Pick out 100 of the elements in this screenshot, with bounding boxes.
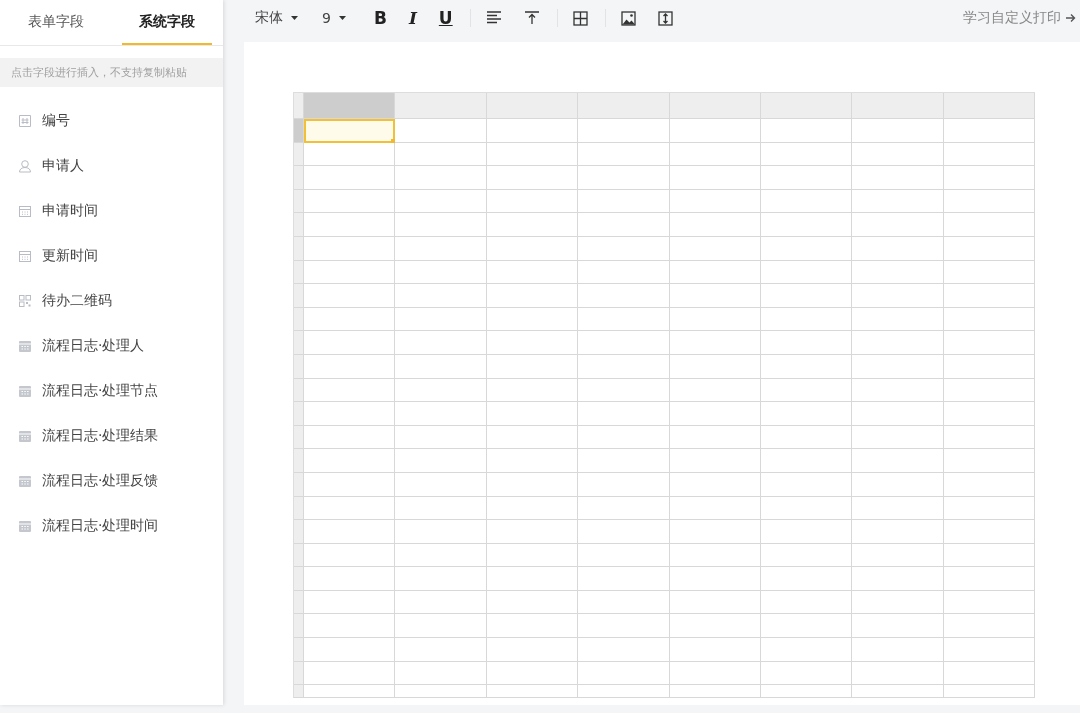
- table-cell[interactable]: [852, 496, 944, 521]
- table-cell[interactable]: [760, 614, 853, 639]
- table-cell[interactable]: [852, 449, 944, 473]
- table-cell[interactable]: [578, 142, 670, 167]
- table-cell[interactable]: [943, 567, 1035, 591]
- row-header[interactable]: [294, 638, 304, 662]
- table-cell[interactable]: [304, 213, 396, 237]
- row-header[interactable]: [294, 260, 304, 285]
- table-cell[interactable]: [578, 213, 670, 237]
- table-cell[interactable]: [852, 260, 944, 285]
- table-cell[interactable]: [669, 449, 761, 473]
- table-cell[interactable]: [304, 449, 396, 473]
- table-cell[interactable]: [669, 119, 761, 143]
- table-cell[interactable]: [852, 142, 944, 167]
- table-cell[interactable]: [578, 331, 670, 355]
- row-header[interactable]: [294, 543, 304, 568]
- table-cell[interactable]: [669, 567, 761, 591]
- table-cell[interactable]: [943, 213, 1035, 237]
- table-cell[interactable]: [304, 331, 396, 355]
- table-cell[interactable]: [395, 638, 487, 662]
- row-header[interactable]: [294, 284, 304, 308]
- table-cell[interactable]: [395, 260, 487, 285]
- table-cell[interactable]: [486, 119, 579, 143]
- table-cell[interactable]: [304, 402, 396, 426]
- table-cell[interactable]: [852, 119, 944, 143]
- table-cell[interactable]: [943, 614, 1035, 639]
- column-header[interactable]: [486, 93, 579, 119]
- row-header[interactable]: [294, 331, 304, 355]
- column-header[interactable]: [395, 93, 487, 119]
- table-cell[interactable]: [395, 496, 487, 521]
- table-cell[interactable]: [578, 402, 670, 426]
- row-header[interactable]: [294, 142, 304, 167]
- table-cell[interactable]: [578, 425, 670, 450]
- underline-button[interactable]: U: [438, 8, 453, 28]
- table-cell[interactable]: [852, 567, 944, 591]
- table-cell[interactable]: [852, 685, 944, 698]
- table-cell[interactable]: [943, 402, 1035, 426]
- table-cell[interactable]: [395, 378, 487, 403]
- row-header[interactable]: [294, 402, 304, 426]
- table-cell[interactable]: [304, 520, 396, 544]
- table-cell[interactable]: [578, 543, 670, 568]
- table-cell[interactable]: [395, 354, 487, 379]
- align-left-icon[interactable]: [485, 11, 502, 25]
- table-cell[interactable]: [578, 189, 670, 214]
- table-cell[interactable]: [852, 189, 944, 214]
- font-dropdown[interactable]: 宋体: [255, 9, 298, 27]
- field-item[interactable]: 待办二维码: [0, 278, 223, 323]
- table-cell[interactable]: [578, 685, 670, 698]
- table-cell[interactable]: [852, 378, 944, 403]
- table-cell[interactable]: [852, 284, 944, 308]
- field-item[interactable]: 申请人: [0, 143, 223, 188]
- table-cell[interactable]: [852, 472, 944, 497]
- table-cell[interactable]: [486, 213, 579, 237]
- table-cell[interactable]: [304, 590, 396, 615]
- tab[interactable]: 表单字段: [0, 0, 111, 45]
- table-cell[interactable]: [760, 166, 853, 190]
- table-cell[interactable]: [852, 166, 944, 190]
- bold-button[interactable]: B: [373, 8, 387, 28]
- table-cell[interactable]: [486, 402, 579, 426]
- row-header[interactable]: [294, 119, 304, 143]
- field-item[interactable]: 申请时间: [0, 188, 223, 233]
- table-cell[interactable]: [395, 331, 487, 355]
- table-cell[interactable]: [304, 661, 396, 686]
- table-cell[interactable]: [304, 142, 396, 167]
- table-cell[interactable]: [943, 449, 1035, 473]
- align-top-icon[interactable]: [523, 11, 540, 25]
- table-cell[interactable]: [578, 638, 670, 662]
- table-cell[interactable]: [395, 590, 487, 615]
- table-cell[interactable]: [578, 119, 670, 143]
- selected-cell[interactable]: [304, 119, 396, 143]
- image-icon[interactable]: [620, 10, 636, 26]
- table-cell[interactable]: [304, 614, 396, 639]
- table-cell[interactable]: [943, 638, 1035, 662]
- table-cell[interactable]: [943, 119, 1035, 143]
- field-item[interactable]: 流程日志·处理节点: [0, 368, 223, 413]
- table-cell[interactable]: [578, 472, 670, 497]
- table-cell[interactable]: [395, 567, 487, 591]
- column-header[interactable]: [760, 93, 853, 119]
- table-cell[interactable]: [395, 543, 487, 568]
- table-cell[interactable]: [395, 119, 487, 143]
- table-cell[interactable]: [304, 378, 396, 403]
- row-header[interactable]: [294, 590, 304, 615]
- table-cell[interactable]: [395, 213, 487, 237]
- table-cell[interactable]: [760, 213, 853, 237]
- table-cell[interactable]: [578, 590, 670, 615]
- table-cell[interactable]: [669, 402, 761, 426]
- table-cell[interactable]: [304, 284, 396, 308]
- table-cell[interactable]: [578, 520, 670, 544]
- row-header[interactable]: [294, 472, 304, 497]
- row-header[interactable]: [294, 520, 304, 544]
- table-cell[interactable]: [578, 378, 670, 403]
- table-cell[interactable]: [304, 496, 396, 521]
- table-cell[interactable]: [578, 496, 670, 521]
- table-cell[interactable]: [852, 543, 944, 568]
- table-cell[interactable]: [578, 449, 670, 473]
- table-cell[interactable]: [395, 166, 487, 190]
- table-cell[interactable]: [486, 638, 579, 662]
- table-cell[interactable]: [760, 284, 853, 308]
- row-header[interactable]: [294, 166, 304, 190]
- table-cell[interactable]: [395, 614, 487, 639]
